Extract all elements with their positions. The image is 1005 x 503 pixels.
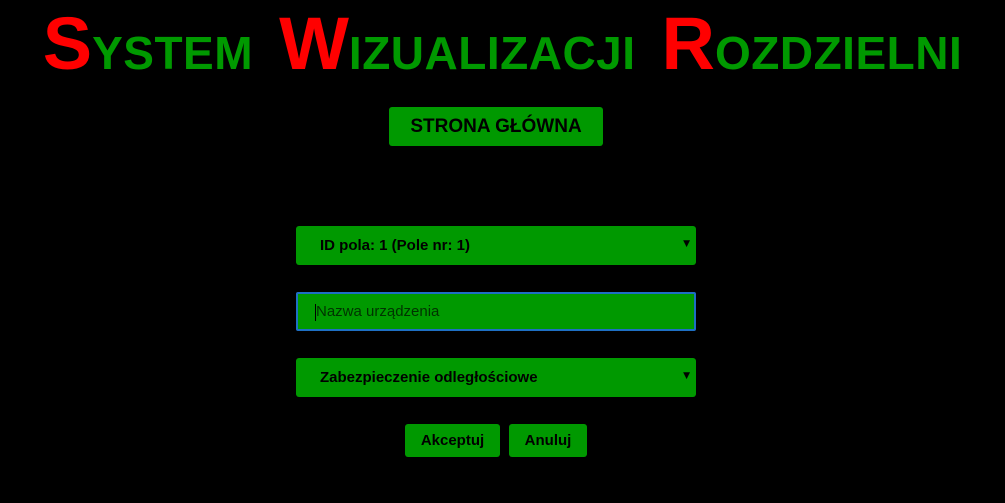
title-rest: OZDZIELNI xyxy=(714,27,963,79)
text-caret xyxy=(315,304,316,321)
accept-button[interactable]: Akceptuj xyxy=(405,424,500,457)
protection-type-select-value: Zabezpieczenie odległościowe xyxy=(320,369,538,386)
title-rest: YSTEM xyxy=(92,27,254,79)
dropdown-arrow-icon: ▼ xyxy=(683,371,690,381)
cancel-button[interactable]: Anuluj xyxy=(509,424,587,457)
title-word-wizualizacji: WIZUALIZACJI xyxy=(279,2,635,107)
device-name-input[interactable] xyxy=(298,294,694,329)
dropdown-arrow-icon: ▼ xyxy=(683,239,690,249)
title-word-rozdzielni: ROZDZIELNI xyxy=(662,2,963,107)
protection-type-select[interactable]: Zabezpieczenie odległościowe ▼ xyxy=(296,358,696,397)
title-initial: S xyxy=(42,2,93,85)
device-name-field[interactable] xyxy=(296,292,696,331)
title-rest: IZUALIZACJI xyxy=(348,27,636,79)
title-initial: W xyxy=(279,2,349,85)
field-id-select-value: ID pola: 1 (Pole nr: 1) xyxy=(320,237,471,254)
title-initial: R xyxy=(661,2,715,85)
home-button[interactable]: STRONA GŁÓWNA xyxy=(389,107,603,146)
title-word-system: SYSTEM xyxy=(43,2,253,107)
field-id-select[interactable]: ID pola: 1 (Pole nr: 1) ▼ xyxy=(296,226,696,265)
page-title: SYSTEM WIZUALIZACJI ROZDZIELNI xyxy=(0,2,1005,86)
